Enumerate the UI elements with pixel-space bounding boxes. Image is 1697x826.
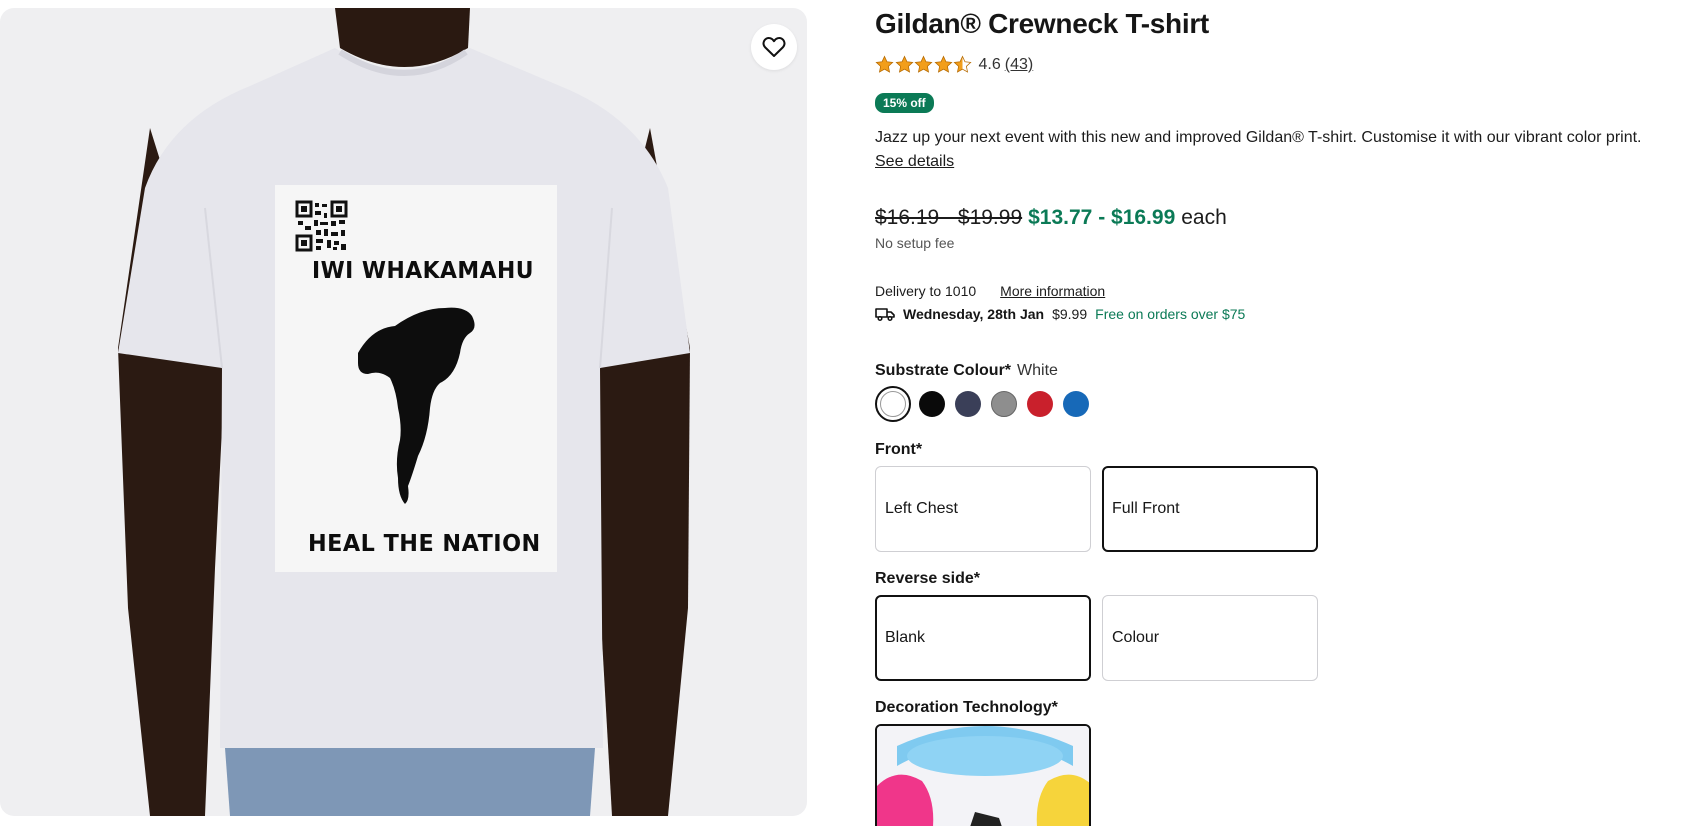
product-image[interactable]: IWI WHAKAMAHU HEAL THE NATION [0, 8, 807, 816]
delivery-cost: $9.99 [1052, 306, 1088, 322]
front-option-left-chest[interactable]: Left Chest [875, 466, 1091, 552]
price-unit: each [1181, 206, 1227, 229]
star-rating [875, 55, 973, 74]
qr-code-icon [295, 200, 348, 252]
product-title: Gildan® Crewneck T-shirt [875, 8, 1209, 39]
swatch-black[interactable] [919, 391, 945, 417]
substrate-colour-title: Substrate Colour* [875, 362, 1012, 379]
rating-row: 4.6 (43) [875, 55, 1033, 74]
front-label: Front* [875, 441, 923, 458]
review-count-link[interactable]: (43) [1005, 56, 1033, 74]
star-full-icon [933, 55, 953, 73]
favorite-button[interactable] [751, 24, 797, 70]
rating-value: 4.6 [978, 55, 1001, 73]
free-shipping-note: Free on orders over $75 [1095, 306, 1246, 322]
swatch-white[interactable] [875, 386, 911, 422]
discount-badge: 15% off [875, 93, 934, 113]
decoration-technology-label: Decoration Technology* [875, 699, 1058, 716]
substrate-colour-selected: White [1017, 362, 1058, 379]
star-full-icon [914, 55, 933, 73]
decoration-option-color-print[interactable] [875, 724, 1091, 826]
shirt-print-bottom-text: HEAL THE NATION [308, 531, 541, 557]
star-full-icon [875, 55, 894, 73]
colour-swatches [875, 386, 1099, 422]
swatch-red[interactable] [1027, 391, 1053, 417]
delivery-location: Delivery to 1010 [875, 283, 977, 299]
reverse-side-label: Reverse side* [875, 570, 980, 587]
front-option-full-front[interactable]: Full Front [1102, 466, 1318, 552]
see-details-link[interactable]: See details [875, 153, 954, 171]
swatch-grey[interactable] [991, 391, 1017, 417]
original-price: $16.19 - $19.99 [875, 206, 1023, 229]
reverse-option-blank[interactable]: Blank [875, 595, 1091, 681]
reverse-option-colour[interactable]: Colour [1102, 595, 1318, 681]
heart-outline-icon [762, 36, 786, 57]
setup-fee-note: No setup fee [875, 235, 955, 251]
swatch-navy[interactable] [955, 391, 981, 417]
delivery-date: Wednesday, 28th Jan [903, 306, 1045, 322]
star-full-icon [894, 55, 914, 73]
sale-price: $13.77 - $16.99 [1028, 206, 1176, 229]
shirt-print-top-text: IWI WHAKAMAHU [312, 258, 534, 284]
shipping-row: Wednesday, 28th Jan $9.99 Free on orders… [875, 306, 1245, 322]
substrate-colour-label: Substrate Colour* White [875, 362, 1058, 380]
delivery-truck-icon [875, 308, 895, 322]
product-description: Jazz up your next event with this new an… [875, 129, 1642, 146]
swatch-blue[interactable] [1063, 391, 1089, 417]
delivery-row: Delivery to 1010 More information [875, 283, 1105, 299]
star-half-icon [953, 55, 972, 73]
price-row: $16.19 - $19.99 $13.77 - $16.99 each [875, 206, 1227, 230]
more-information-link[interactable]: More information [1000, 283, 1105, 299]
color-print-illustration [877, 726, 1089, 826]
model-photo [118, 8, 690, 816]
